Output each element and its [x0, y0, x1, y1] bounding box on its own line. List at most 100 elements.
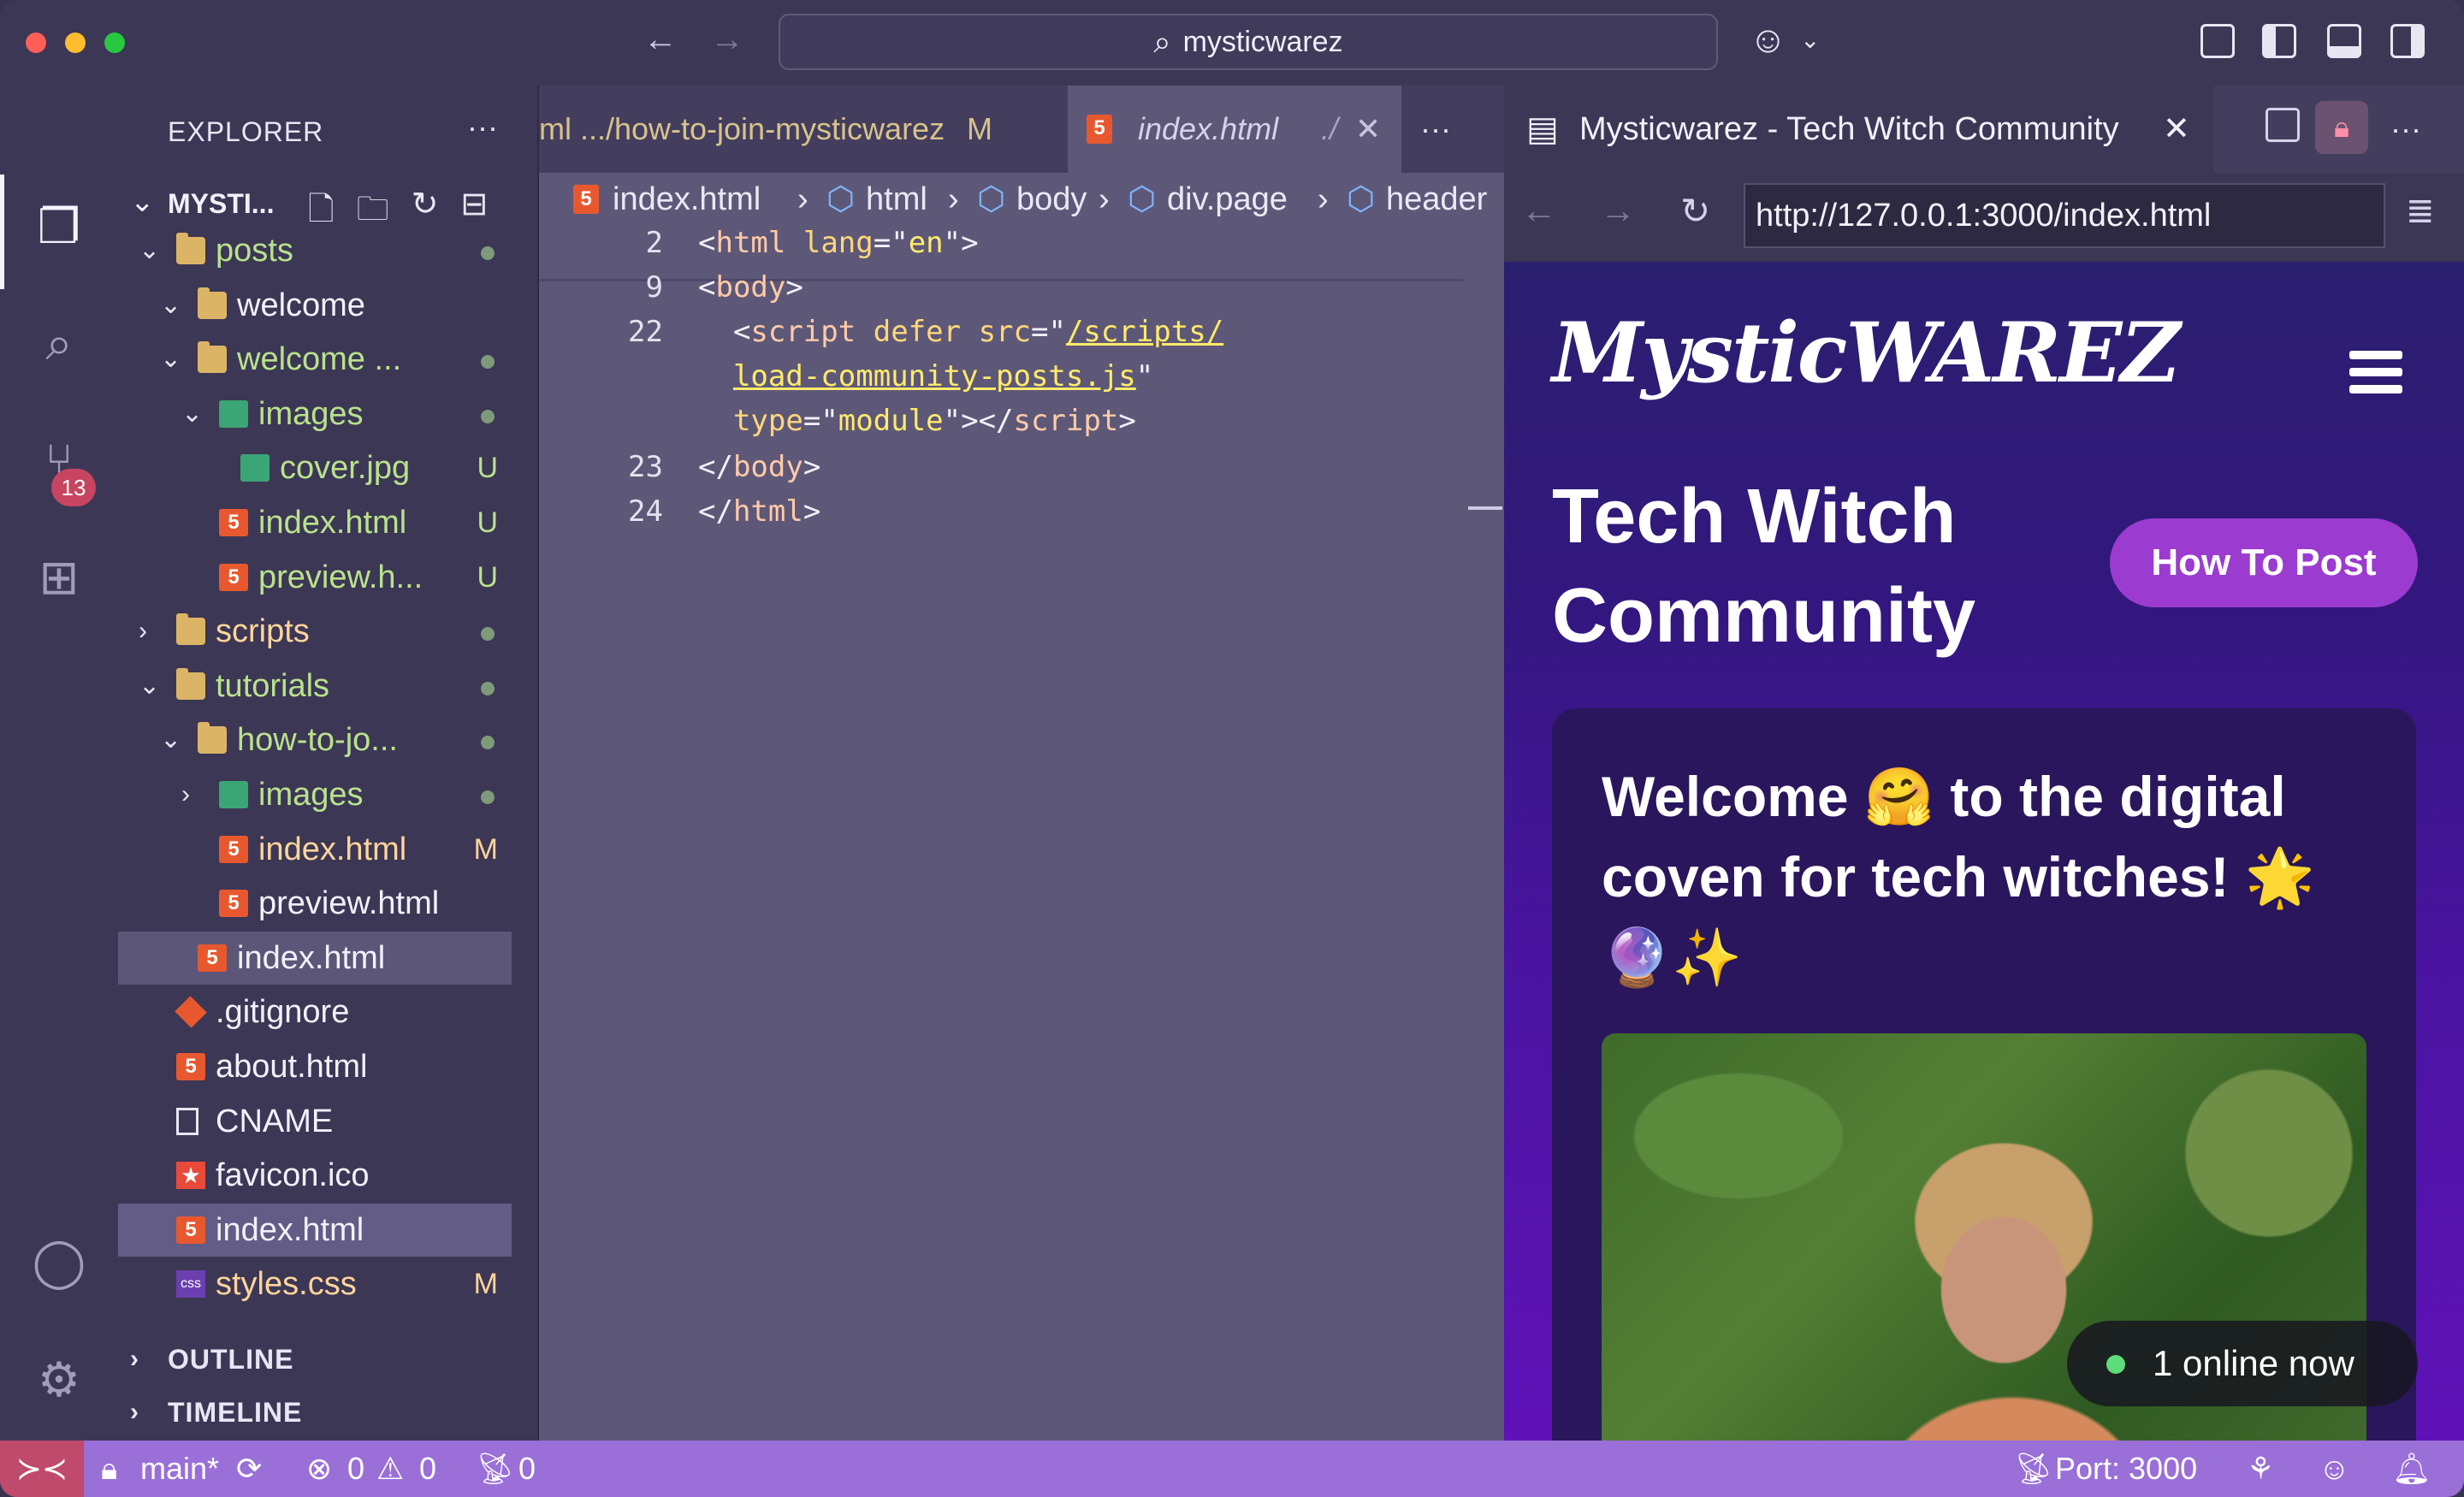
settings-icon[interactable]: ⚙: [29, 1350, 89, 1410]
tree-item[interactable]: › scripts: [118, 605, 512, 658]
browser-tab[interactable]: ▤ Mysticwarez - Tech Witch Community ✕: [1504, 86, 2214, 173]
tree-item[interactable]: .gitignore: [118, 985, 512, 1038]
card-title: Welcome 🤗 to the digital coven for tech …: [1602, 765, 2316, 989]
tree-item[interactable]: ⌄ how-to-jo...: [118, 713, 512, 766]
workspace-root[interactable]: ⌄ MYSTI... 🗋 🗀 ↻ ⊟: [118, 178, 537, 229]
zoom-window-button[interactable]: [104, 33, 125, 53]
lock-icon[interactable]: 🔒︎: [2315, 101, 2368, 154]
site-logo[interactable]: MysticWAREZ: [1552, 305, 2181, 401]
forward-arrow-icon[interactable]: →: [710, 21, 744, 59]
tab-how-to-join[interactable]: ml .../how-to-join-mysticwarez M: [539, 86, 1063, 173]
toggle-sidebar-icon[interactable]: [2262, 24, 2296, 58]
tab-status: M: [967, 111, 992, 146]
html-file-icon: 5: [176, 1216, 205, 1244]
tree-item-label: CNAME: [216, 1103, 334, 1139]
modified-dot: [481, 790, 495, 804]
how-to-post-button[interactable]: How To Post: [2110, 518, 2418, 607]
notifications-icon[interactable]: 🔔︎: [2392, 1441, 2431, 1497]
tree-item[interactable]: 5 preview.h... U: [118, 551, 512, 604]
back-arrow-icon[interactable]: ←: [1521, 190, 1557, 231]
tree-item[interactable]: › images: [118, 768, 512, 821]
extensions-icon[interactable]: ⊞: [29, 547, 89, 607]
tree-item[interactable]: 5 index.html: [118, 931, 512, 985]
forward-arrow-icon[interactable]: →: [1600, 190, 1636, 231]
toggle-panel-icon[interactable]: [2327, 24, 2361, 58]
breadcrumb-item[interactable]: div.page: [1167, 173, 1288, 226]
live-share-icon[interactable]: ⚘: [2247, 1441, 2274, 1497]
breadcrumb: 5 index.html › ⬡ html › ⬡ body › ⬡ div.page › ⬡ heade…: [539, 173, 1504, 226]
more-actions-icon[interactable]: ···: [1420, 86, 1480, 173]
branch-name[interactable]: main*: [140, 1441, 219, 1497]
url-input[interactable]: http://127.0.0.1:3000/index.html: [1744, 183, 2385, 248]
chevron-right-icon: ›: [130, 1345, 139, 1373]
breadcrumb-item[interactable]: index.html: [613, 173, 761, 226]
explorer-icon[interactable]: ❐: [29, 197, 89, 257]
code-line[interactable]: type="module"></script>: [698, 404, 1136, 438]
browser-url-bar: ← → ↻ http://127.0.0.1:3000/index.html ≣: [1504, 173, 2464, 262]
accounts-icon[interactable]: ◯: [29, 1232, 89, 1292]
tree-item-label: styles.css: [216, 1266, 357, 1303]
outline-section[interactable]: › OUTLINE: [118, 1333, 537, 1386]
customize-layout-icon[interactable]: [2200, 24, 2235, 58]
tree-item[interactable]: 5 index.html M: [118, 823, 512, 876]
back-arrow-icon[interactable]: ←: [643, 21, 678, 59]
tree-item[interactable]: 5 index.html U: [118, 496, 512, 549]
close-icon[interactable]: ✕: [2163, 86, 2190, 173]
online-label: 1 online now: [2153, 1343, 2354, 1383]
minimize-window-button[interactable]: [65, 33, 86, 53]
toggle-secondary-sidebar-icon[interactable]: [2390, 24, 2425, 58]
tree-item[interactable]: ⌄ welcome: [118, 279, 512, 332]
search-icon[interactable]: ⌕: [29, 313, 89, 373]
code-line[interactable]: <body>: [698, 270, 803, 305]
breadcrumb-item[interactable]: body: [1016, 173, 1087, 226]
breadcrumb-item[interactable]: header: [1386, 173, 1487, 226]
tree-item[interactable]: CNAME: [118, 1095, 512, 1148]
code-line[interactable]: load-community-posts.js": [698, 359, 1153, 393]
sync-icon[interactable]: ⟳: [236, 1441, 262, 1497]
command-center[interactable]: ⌕ mysticwarez: [779, 14, 1718, 70]
tree-item[interactable]: ⌄ posts: [118, 224, 512, 277]
sticky-scroll-divider: [539, 279, 1463, 281]
tree-item[interactable]: ⌄ tutorials: [118, 660, 512, 713]
tree-item[interactable]: css styles.css M: [118, 1257, 512, 1311]
copilot-icon[interactable]: ☺: [1749, 19, 1787, 62]
activity-bar: ❐ ⌕ ⑂ 13 ⊞ ◯ ⚙: [0, 86, 118, 1441]
tree-item[interactable]: 5 index.html: [118, 1203, 512, 1257]
close-icon[interactable]: ✕: [1355, 86, 1381, 173]
modified-dot: [481, 736, 495, 750]
tree-item[interactable]: ⌄ images: [118, 388, 512, 441]
code-line[interactable]: </html>: [698, 494, 820, 529]
remote-indicator-icon[interactable]: ≻≺: [0, 1441, 84, 1497]
tree-item[interactable]: ⌄ welcome ...: [118, 333, 512, 386]
browser-tab-icon: ▤: [1526, 110, 1559, 148]
reload-icon[interactable]: ↻: [1680, 190, 1710, 232]
tree-item[interactable]: 5 preview.html: [118, 877, 512, 930]
ports-icon[interactable]: 📡︎: [476, 1441, 515, 1497]
split-editor-icon[interactable]: [2266, 108, 2300, 142]
code-line[interactable]: </body>: [698, 450, 820, 484]
title-bar: ← → ⌕ mysticwarez ☺ ⌄: [0, 0, 2464, 86]
timeline-section[interactable]: › TIMELINE: [118, 1386, 537, 1439]
port-label[interactable]: Port: 3000: [2055, 1441, 2197, 1497]
folder-icon: [198, 341, 227, 374]
close-window-button[interactable]: [26, 33, 46, 53]
warning-icon[interactable]: ⚠: [376, 1441, 404, 1497]
breadcrumb-item[interactable]: html: [866, 173, 927, 226]
more-actions-icon[interactable]: ···: [467, 109, 498, 145]
tab-index-html[interactable]: 5 index.html ./ ✕: [1068, 86, 1401, 173]
code-line[interactable]: <html lang="en">: [698, 226, 979, 260]
chevron-down-icon[interactable]: ⌄: [1800, 26, 1820, 54]
menu-icon[interactable]: ≣: [2406, 192, 2435, 231]
code-line[interactable]: <script defer src="/scripts/: [698, 315, 1223, 349]
folder-icon: [176, 613, 205, 646]
source-control-badge: 13: [51, 469, 96, 506]
broadcast-icon[interactable]: 📡︎: [2014, 1441, 2053, 1497]
tree-item[interactable]: cover.jpg U: [118, 441, 512, 494]
tree-item[interactable]: 5 about.html: [118, 1040, 512, 1093]
git-status: U: [477, 560, 498, 594]
copilot-icon[interactable]: ☺: [2319, 1441, 2350, 1497]
tree-item[interactable]: ★ favicon.ico: [118, 1149, 512, 1202]
more-actions-icon[interactable]: ···: [2390, 86, 2421, 173]
tree-item-label: index.html: [258, 831, 407, 867]
errors-icon[interactable]: ⊗: [306, 1441, 332, 1497]
